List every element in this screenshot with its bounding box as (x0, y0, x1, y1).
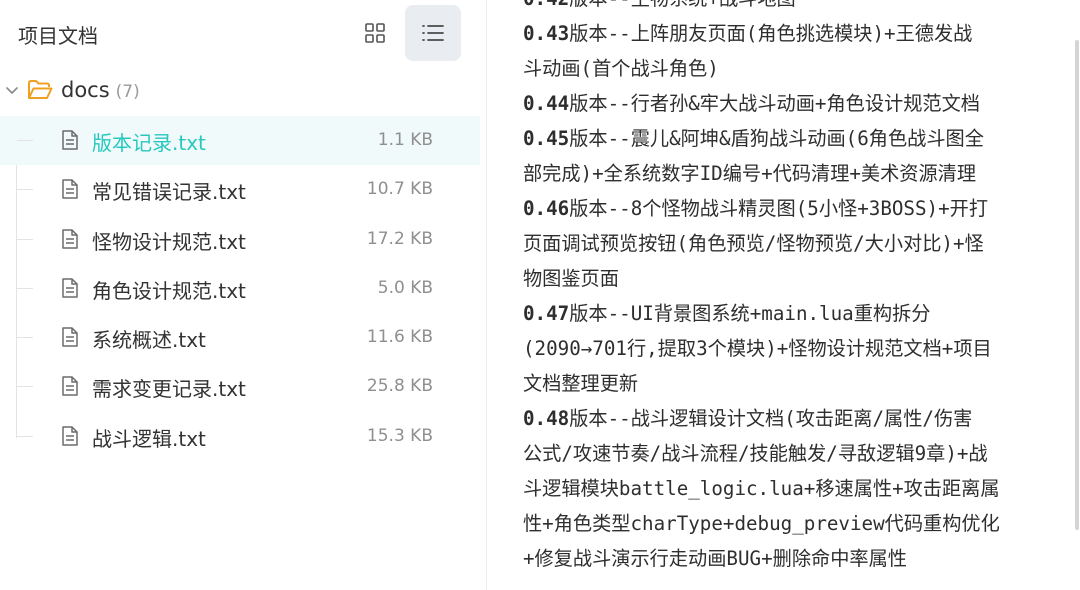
tree-branch-line (17, 337, 33, 339)
line-text: 页面调试预览按钮(角色预览/怪物预览/大小对比)+怪 (523, 232, 984, 255)
sidebar-header: 项目文档 (0, 0, 487, 68)
line-text: 版本--行者孙&牢大战斗动画+角色设计规范文档 (569, 92, 980, 115)
file-size: 5.0 KB (377, 277, 433, 298)
file-text-icon (61, 425, 79, 451)
file-name: 版本记录.txt (92, 131, 206, 155)
file-row[interactable]: 角色设计规范.txt 5.0 KB (0, 264, 480, 313)
line-text: 文档整理更新 (523, 372, 639, 395)
document-line: 斗动画(首个战斗角色) (523, 51, 1063, 86)
document-line: 0.43版本--上阵朋友页面(角色挑选模块)+王德发战 (523, 16, 1063, 51)
file-name: 战斗逻辑.txt (92, 426, 206, 451)
document-line: 页面调试预览按钮(角色预览/怪物预览/大小对比)+怪 (523, 226, 1063, 261)
document-viewer[interactable]: 0.42版本--生物系统+战斗地图 0.43版本--上阵朋友页面(角色挑选模块)… (488, 0, 1080, 590)
file-text-icon (61, 228, 79, 254)
line-text: 版本--震儿&阿坤&盾狗战斗动画(6角色战斗图全 (569, 127, 984, 150)
file-name: 常见错误记录.txt (92, 180, 246, 205)
document-line: 0.44版本--行者孙&牢大战斗动画+角色设计规范文档 (523, 86, 1063, 121)
tree-branch-line (17, 287, 33, 289)
version-number: 0.45 (523, 127, 570, 150)
folder-docs[interactable]: docs (7) (0, 70, 480, 112)
file-list: 版本记录.txt 1.1 KB 常见错误记录.txt 10.7 KB 怪物设计规… (0, 116, 480, 461)
folder-count: (7) (115, 82, 140, 102)
line-text: 版本--8个怪物战斗精灵图(5小怪+3BOSS)+开打 (569, 197, 989, 220)
file-row[interactable]: 怪物设计规范.txt 17.2 KB (0, 215, 480, 264)
file-name: 需求变更记录.txt (92, 377, 246, 402)
line-text: 斗动画(首个战斗角色) (523, 57, 719, 80)
tree-branch-line (17, 140, 33, 141)
version-number: 0.47 (523, 302, 570, 325)
file-row[interactable]: 需求变更记录.txt 25.8 KB (0, 362, 480, 411)
version-number: 0.44 (523, 92, 570, 115)
file-row[interactable]: 系统概述.txt 11.6 KB (0, 313, 480, 362)
tree-branch-line (17, 189, 33, 191)
line-text: 版本--UI背景图系统+main.lua重构拆分 (569, 302, 931, 325)
document-line: 0.45版本--震儿&阿坤&盾狗战斗动画(6角色战斗图全 (523, 121, 1063, 156)
line-text: 部完成)+全系统数字ID编号+代码清理+美术资源清理 (523, 162, 977, 185)
file-row[interactable]: 战斗逻辑.txt 15.3 KB (0, 412, 480, 461)
tree-branch-line (17, 238, 33, 240)
scrollbar[interactable] (1072, 0, 1080, 590)
version-number: 0.42 (523, 0, 569, 10)
file-text-icon (61, 277, 79, 303)
version-number: 0.43 (523, 22, 570, 45)
line-text: 版本--上阵朋友页面(角色挑选模块)+王德发战 (569, 22, 973, 45)
file-text-icon (61, 326, 79, 352)
document-text: 0.42版本--生物系统+战斗地图 0.43版本--上阵朋友页面(角色挑选模块)… (523, 0, 1063, 576)
file-name: 系统概述.txt (92, 328, 206, 353)
document-line: 公式/攻速节奏/战斗流程/技能触发/寻敌逻辑9章)+战 (523, 436, 1063, 471)
file-row[interactable]: 版本记录.txt 1.1 KB (0, 116, 480, 166)
file-name: 怪物设计规范.txt (92, 229, 246, 254)
file-text-icon (61, 375, 79, 401)
tree-branch-line (17, 435, 33, 437)
version-number: 0.48 (523, 407, 570, 430)
file-size: 15.3 KB (366, 425, 433, 446)
document-line: 性+角色类型charType+debug_preview代码重构优化 (523, 506, 1063, 541)
line-text: 性+角色类型charType+debug_preview代码重构优化 (523, 512, 1000, 535)
list-view-icon (421, 22, 445, 44)
folder-label: docs (7) (61, 78, 140, 102)
file-text-icon (61, 129, 79, 155)
file-row[interactable]: 常见错误记录.txt 10.7 KB (0, 165, 480, 214)
document-line: 物图鉴页面 (523, 261, 1063, 296)
folder-name: docs (61, 78, 110, 102)
file-size: 17.2 KB (366, 228, 433, 249)
sidebar: 项目文档 docs (7) 版本记录.txt 1.1 KB 常见错误记录.txt… (0, 0, 487, 590)
document-line: +修复战斗演示行走动画BUG+删除命中率属性 (523, 541, 1063, 576)
grid-view-button[interactable] (347, 5, 403, 61)
file-size: 11.6 KB (366, 327, 433, 348)
file-size: 1.1 KB (377, 130, 433, 150)
file-size: 25.8 KB (366, 376, 433, 397)
document-line: 部完成)+全系统数字ID编号+代码清理+美术资源清理 (523, 156, 1063, 191)
document-line: 0.48版本--战斗逻辑设计文档(攻击距离/属性/伤害 (523, 401, 1063, 436)
document-line: 0.47版本--UI背景图系统+main.lua重构拆分 (523, 296, 1063, 331)
line-text: 版本--生物系统+战斗地图 (569, 0, 796, 10)
line-text: (2090→701行,提取3个模块)+怪物设计规范文档+项目 (523, 337, 992, 360)
line-text: 斗逻辑模块battle_logic.lua+移速属性+攻击距离属 (523, 477, 1000, 500)
sidebar-title: 项目文档 (18, 24, 98, 48)
file-size: 10.7 KB (366, 179, 433, 200)
grid-view-icon (364, 22, 386, 44)
scrollbar-thumb[interactable] (1075, 40, 1079, 530)
line-text: 公式/攻速节奏/战斗流程/技能触发/寻敌逻辑9章)+战 (523, 442, 988, 465)
file-name: 角色设计规范.txt (92, 278, 246, 303)
list-view-button[interactable] (405, 5, 461, 61)
document-line: (2090→701行,提取3个模块)+怪物设计规范文档+项目 (523, 331, 1063, 366)
document-line: 斗逻辑模块battle_logic.lua+移速属性+攻击距离属 (523, 471, 1063, 506)
line-text: 版本--战斗逻辑设计文档(攻击距离/属性/伤害 (569, 407, 973, 430)
document-line: 0.42版本--生物系统+战斗地图 (523, 0, 1063, 16)
line-text: 物图鉴页面 (523, 267, 619, 290)
chevron-down-icon[interactable] (4, 83, 20, 103)
document-line: 0.46版本--8个怪物战斗精灵图(5小怪+3BOSS)+开打 (523, 191, 1063, 226)
document-line: 文档整理更新 (523, 366, 1063, 401)
line-text: +修复战斗演示行走动画BUG+删除命中率属性 (523, 547, 907, 570)
folder-open-icon (27, 79, 53, 105)
file-viewer-app: 项目文档 docs (7) 版本记录.txt 1.1 KB 常见错误记录.txt… (0, 0, 1080, 590)
version-number: 0.46 (523, 197, 570, 220)
tree-branch-line (17, 386, 33, 388)
file-text-icon (61, 178, 79, 204)
